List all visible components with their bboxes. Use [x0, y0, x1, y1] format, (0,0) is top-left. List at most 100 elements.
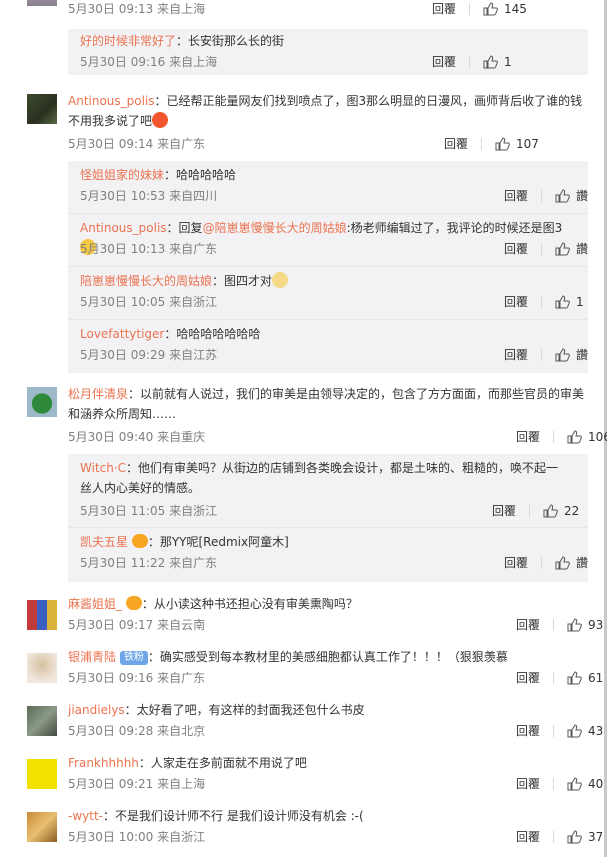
like-count: 40 [588, 777, 604, 791]
like-count: 93 [588, 618, 604, 632]
reply-text: Witch·C：他们有审美吗？从街边的店铺到各类晚会设计，都是土味的、粗糙的，唤… [80, 458, 564, 498]
comment-time: 5月30日 10:00 来自浙江 [68, 830, 206, 844]
comment-content: ：太好看了吧，有这样的封面我还包什么书皮 [124, 703, 365, 717]
reply-username[interactable]: Lovefattytiger [80, 327, 164, 341]
like-button[interactable]: 145 [483, 0, 527, 18]
comment-username[interactable]: 麻酱姐姐_ [68, 597, 122, 611]
like-button[interactable]: 40 [567, 775, 603, 793]
reply-time: 5月30日 10:13 来自广东 [80, 242, 218, 256]
separator [541, 296, 542, 308]
comment-meta: 5月30日 09:17 来自云南 回覆 93 [68, 616, 603, 634]
comment-username[interactable]: jiandielys [68, 703, 125, 717]
reply-box: Witch·C：他们有审美吗？从街边的店铺到各类晚会设计，都是土味的、粗糙的，唤… [68, 454, 588, 582]
reply-button[interactable]: 回覆 [502, 554, 530, 572]
reply-username[interactable]: Witch·C [80, 461, 126, 475]
avatar[interactable] [27, 0, 57, 6]
comment-text: 麻酱姐姐_ ：从小读这种书还担心没有审美熏陶吗？ [68, 594, 588, 614]
reply-username[interactable]: Antinous_polis [80, 221, 167, 235]
reply-username[interactable]: 陪崽崽慢慢长大的周姑娘 [80, 274, 212, 288]
comment-username[interactable]: Antinous_polis [68, 94, 155, 108]
separator [541, 349, 542, 361]
like-button[interactable]: 讚 [555, 240, 588, 258]
like-button[interactable]: 讚 [555, 554, 588, 572]
comment-text: 银浦青陆 铁粉 ：确实感受到每本教材里的美感细胞都认真工作了！！！（狠狠羡慕 [68, 647, 588, 667]
like-button[interactable]: 43 [567, 722, 603, 740]
mention-link[interactable]: @陪崽崽慢慢长大的周姑娘 [203, 221, 347, 235]
separator [553, 778, 554, 790]
thumb-up-icon [555, 295, 570, 309]
like-button[interactable]: 讚 [555, 187, 588, 205]
comment-time: 5月30日 09:21 来自上海 [68, 777, 206, 791]
reply-button[interactable]: 回覆 [430, 0, 458, 18]
comment-item: 松月伴清泉：以前就有人说过，我们的审美是由领导决定的，包含了方方面面，而那些官员… [0, 384, 607, 583]
fan-badge: 铁粉 [119, 651, 148, 665]
comment-meta: 5月30日 09:14 来自广东 回覆 107 [68, 135, 588, 153]
reply-button[interactable]: 回覆 [514, 428, 542, 446]
reply-button[interactable]: 回覆 [514, 722, 542, 740]
reply-content: ：哈哈哈哈哈哈哈 [164, 327, 261, 341]
reply-username[interactable]: 好的时候非常好了 [80, 34, 176, 48]
reply-text: 陪崽崽慢慢长大的周姑娘：图四才对 [80, 271, 576, 291]
reply-button[interactable]: 回覆 [502, 293, 530, 311]
reply-button[interactable]: 回覆 [514, 828, 542, 846]
separator [553, 831, 554, 843]
like-button[interactable]: 93 [567, 616, 603, 634]
comment-username[interactable]: 银浦青陆 [68, 650, 116, 664]
reply-time: 5月30日 11:22 来自广东 [80, 556, 218, 570]
comment-time: 5月30日 09:17 来自云南 [68, 618, 206, 632]
comment-username[interactable]: 松月伴清泉 [68, 387, 128, 401]
comment-item: -wytt-：不是我们设计师不行 是我们设计师没有机会 :-( 5月30日 10… [0, 806, 604, 857]
like-count: 讚 [576, 348, 589, 362]
like-button[interactable]: 讚 [555, 346, 588, 364]
reply-button[interactable]: 回覆 [514, 775, 542, 793]
avatar[interactable] [27, 387, 57, 417]
comment-partial: 5月30日 09:13 来自上海 回覆 145 好的时候非常好了：长安街那么长的… [0, 0, 604, 75]
reply-content: ：哈哈哈哈哈 [164, 168, 237, 182]
reply-button[interactable]: 回覆 [442, 135, 470, 153]
like-button[interactable]: 61 [567, 669, 603, 687]
reply-text: 凯夫五星 ：那YY呢[Redmix阿童木] [80, 532, 576, 552]
avatar[interactable] [27, 653, 57, 683]
comment-meta: 5月30日 09:21 来自上海 回覆 40 [68, 775, 603, 793]
reply-meta: 5月30日 09:29 来自江苏 回覆 讚 [80, 346, 588, 364]
reply-username[interactable]: 凯夫五星 [80, 535, 128, 549]
reply-meta: 5月30日 09:16 来自上海 回覆 1 [80, 53, 576, 71]
reply-text: Lovefattytiger：哈哈哈哈哈哈哈 [80, 324, 576, 344]
reply-button[interactable]: 回覆 [430, 53, 458, 71]
like-button[interactable]: 37 [567, 828, 603, 846]
comment-content: ：确实感受到每本教材里的美感细胞都认真工作了！！！（狠狠羡慕 [147, 650, 508, 664]
reply-button[interactable]: 回覆 [502, 187, 530, 205]
reply-button[interactable]: 回覆 [490, 502, 518, 520]
comment-item: 银浦青陆 铁粉 ：确实感受到每本教材里的美感细胞都认真工作了！！！（狠狠羡慕 5月… [0, 647, 604, 691]
avatar[interactable] [27, 812, 57, 842]
comment-item: Frankhhhhh：人家走在多前面就不用说了吧 5月30日 09:21 来自上… [0, 753, 604, 797]
separator [541, 243, 542, 255]
comment-username[interactable]: Frankhhhhh [68, 756, 139, 770]
like-button[interactable]: 107 [495, 135, 539, 153]
divider [68, 319, 588, 320]
like-button[interactable]: 1 [555, 293, 584, 311]
thumb-up-icon [567, 430, 582, 444]
reply-content-2: :杨老师编辑过了，我评论的时候还是图3 [346, 221, 563, 235]
avatar[interactable] [27, 94, 57, 124]
divider [68, 213, 588, 214]
avatar[interactable] [27, 600, 57, 630]
comment-text: -wytt-：不是我们设计师不行 是我们设计师没有机会 :-( [68, 806, 588, 826]
reply-button[interactable]: 回覆 [514, 669, 542, 687]
avatar[interactable] [27, 706, 57, 736]
like-button[interactable]: 1 [483, 53, 512, 71]
comment-time: 5月30日 09:13 来自上海 [68, 2, 206, 16]
like-count: 讚 [576, 556, 589, 570]
reply-button[interactable]: 回覆 [502, 346, 530, 364]
comment-username[interactable]: -wytt- [68, 809, 103, 823]
reply-button[interactable]: 回覆 [502, 240, 530, 258]
reply-button[interactable]: 回覆 [514, 616, 542, 634]
thumb-up-icon [567, 671, 582, 685]
avatar[interactable] [27, 759, 57, 789]
comment-item: Antinous_polis：已经帮正能量网友们找到喷点了，图3那么明显的日漫风… [0, 91, 604, 373]
like-button[interactable]: 22 [543, 502, 579, 520]
like-button[interactable]: 106 [567, 428, 607, 446]
reply-username[interactable]: 怪姐姐家的妹妹 [80, 168, 164, 182]
like-count: 讚 [576, 189, 589, 203]
reply-time: 5月30日 09:29 来自江苏 [80, 348, 218, 362]
